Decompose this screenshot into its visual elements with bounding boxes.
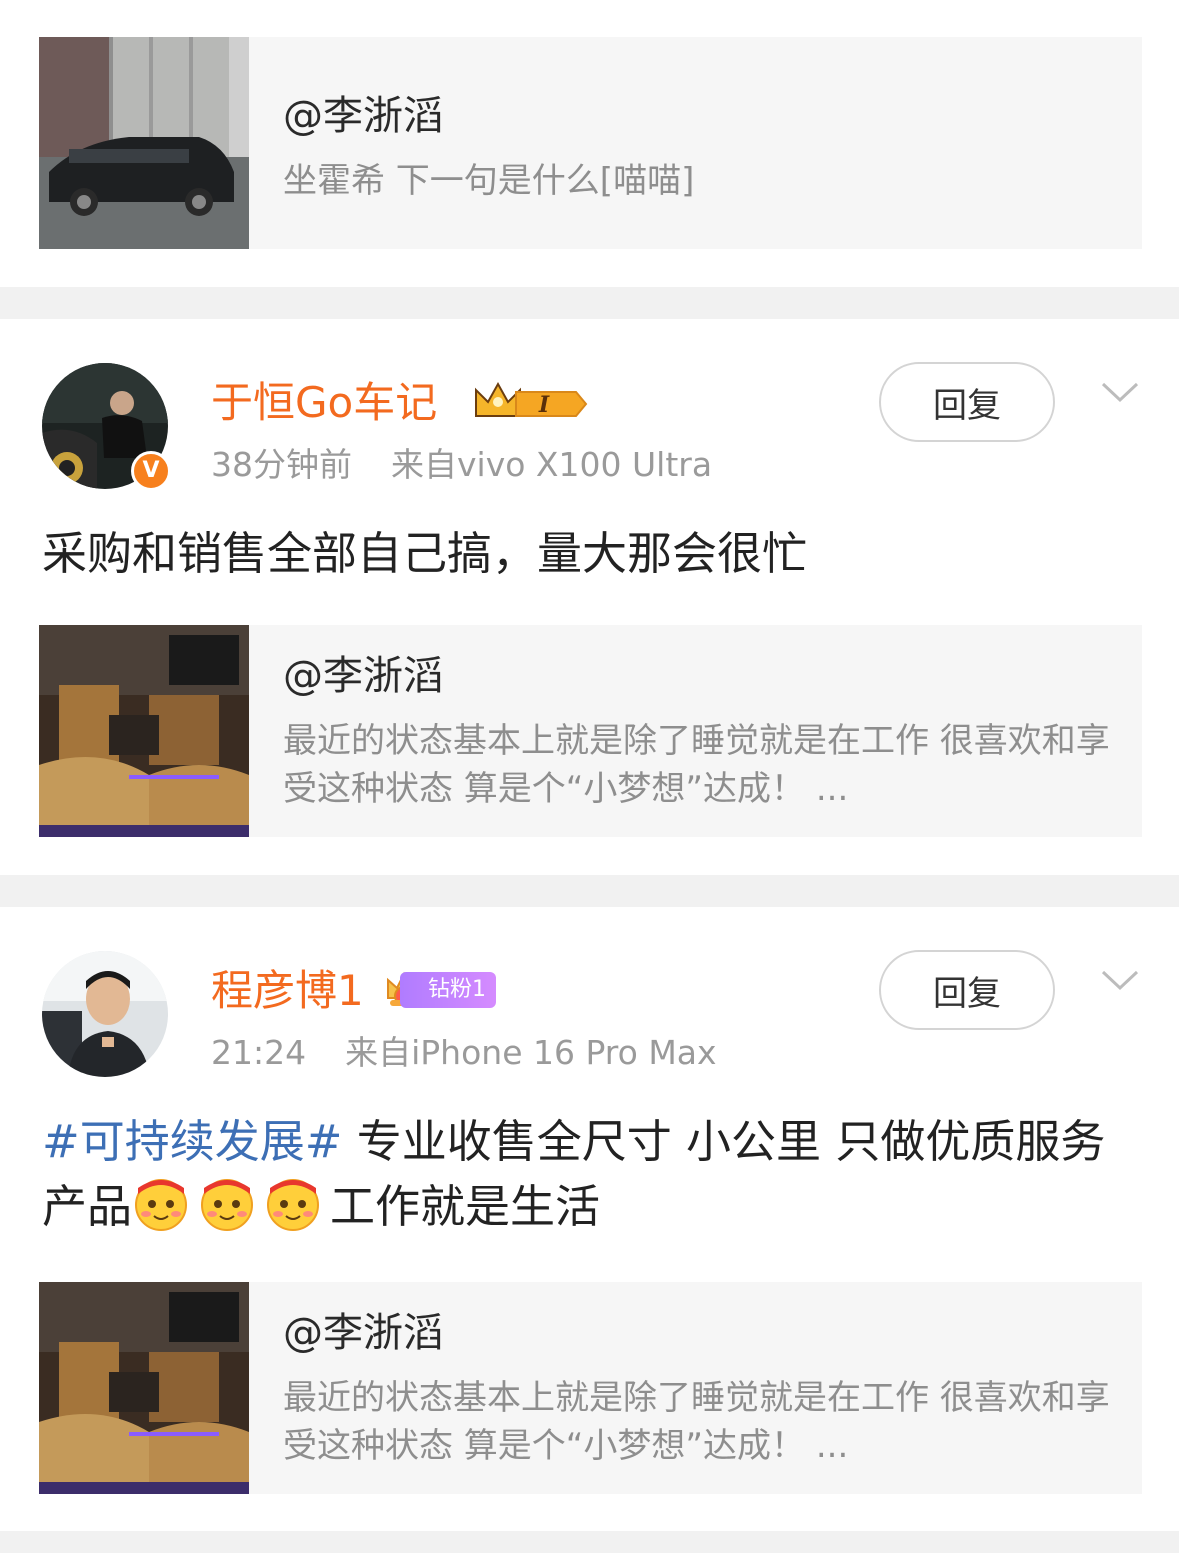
happy-face-emoji-icon [132, 1174, 190, 1232]
post-meta: 38分钟前 来自vivo X100 Ultra [211, 443, 712, 487]
avatar[interactable] [42, 951, 168, 1077]
quoted-user-mention[interactable]: @李浙滔 [283, 1308, 443, 1358]
quoted-post-thumbnail [39, 37, 249, 249]
post-source: 来自iPhone 16 Pro Max [345, 1033, 717, 1072]
chevron-down-icon[interactable] [1100, 966, 1140, 996]
username[interactable]: 于恒Go车记 [211, 377, 437, 429]
quoted-post-card[interactable]: @李浙滔 最近的状态基本上就是除了睡觉就是在工作 很喜欢和享受这种状态 算是个“… [39, 1282, 1142, 1494]
post-body-text: 工作就是生活 [330, 1180, 601, 1233]
quoted-post-text: 坐霍希 下一句是什么[喵喵] [283, 161, 695, 201]
fans-level-badge: 钻粉1 [400, 972, 496, 1008]
post-meta: 21:24 来自iPhone 16 Pro Max [211, 1031, 717, 1075]
verified-badge-icon: V [131, 451, 171, 491]
post-time: 38分钟前 [211, 445, 352, 484]
reply-button[interactable]: 回复 [879, 362, 1055, 442]
quoted-user-mention[interactable]: @李浙滔 [283, 651, 443, 701]
post-time: 21:24 [211, 1033, 307, 1072]
quoted-user-mention[interactable]: @李浙滔 [283, 91, 443, 141]
member-level-text: I [538, 392, 550, 418]
quoted-post-text: 最近的状态基本上就是除了睡觉就是在工作 很喜欢和享受这种状态 算是个“小梦想”达… [283, 1378, 1110, 1466]
hashtag-link[interactable]: #可持续发展# [42, 1115, 342, 1168]
happy-face-emoji-icon [264, 1174, 322, 1232]
feed-separator [0, 1531, 1179, 1553]
post-body: #可持续发展# 专业收售全尺寸 小公里 只做优质服务产品 工作就是生活 [42, 1110, 1142, 1239]
member-level-badge-icon: I [472, 380, 590, 424]
post-body: 采购和销售全部自己搞，量大那会很忙 [42, 527, 808, 580]
feed-separator [0, 875, 1179, 907]
quoted-post-text: 最近的状态基本上就是除了睡觉就是在工作 很喜欢和享受这种状态 算是个“小梦想”达… [283, 721, 1110, 809]
chevron-down-icon[interactable] [1100, 378, 1140, 408]
quoted-post-card[interactable]: @李浙滔 最近的状态基本上就是除了睡觉就是在工作 很喜欢和享受这种状态 算是个“… [39, 625, 1142, 837]
quoted-post-thumbnail [39, 1282, 249, 1494]
post-source: 来自vivo X100 Ultra [391, 445, 713, 484]
reply-button[interactable]: 回复 [879, 950, 1055, 1030]
username[interactable]: 程彦博1 [211, 965, 364, 1017]
quoted-post-card[interactable]: @李浙滔 坐霍希 下一句是什么[喵喵] [39, 37, 1142, 249]
quoted-post-thumbnail [39, 625, 249, 837]
feed-separator [0, 287, 1179, 319]
happy-face-emoji-icon [198, 1174, 256, 1232]
